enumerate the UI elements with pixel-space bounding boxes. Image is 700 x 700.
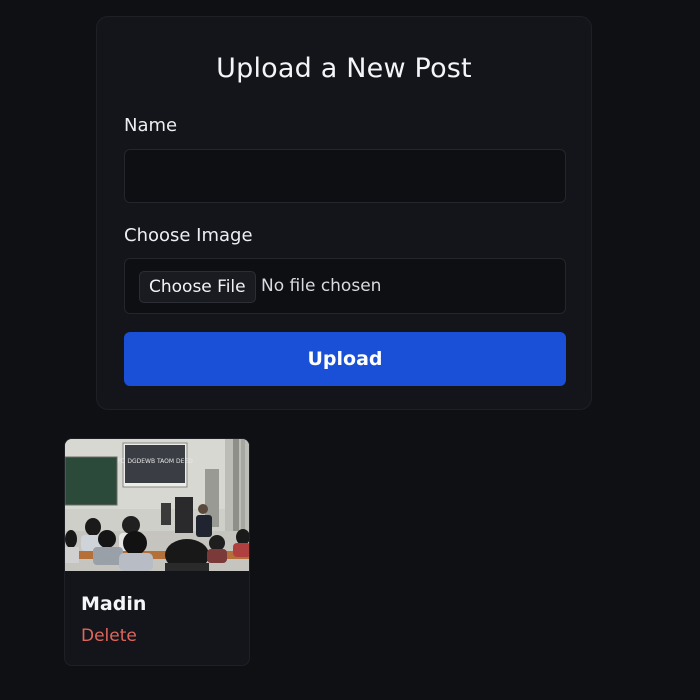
name-label: Name (124, 115, 178, 136)
upload-post-form: Upload a New Post Name Choose Image Choo… (96, 16, 592, 410)
form-title: Upload a New Post (216, 53, 472, 84)
delete-post-button[interactable]: Delete (81, 626, 137, 646)
post-image: PD DGDEWB TAOM DEED (65, 439, 249, 571)
file-input[interactable]: Choose File No file chosen (124, 258, 566, 314)
post-card: PD DGDEWB TAOM DEED Madin Delete (64, 438, 250, 666)
choose-file-button[interactable]: Choose File (139, 271, 256, 303)
name-input[interactable] (124, 149, 566, 203)
post-name: Madin (81, 593, 147, 615)
file-status-text: No file chosen (261, 276, 382, 296)
upload-button[interactable]: Upload (124, 332, 566, 386)
slide-text: PD DGDEWB TAOM DEED (117, 458, 193, 465)
page: Upload a New Post Name Choose Image Choo… (0, 0, 700, 700)
choose-image-label: Choose Image (124, 225, 253, 246)
